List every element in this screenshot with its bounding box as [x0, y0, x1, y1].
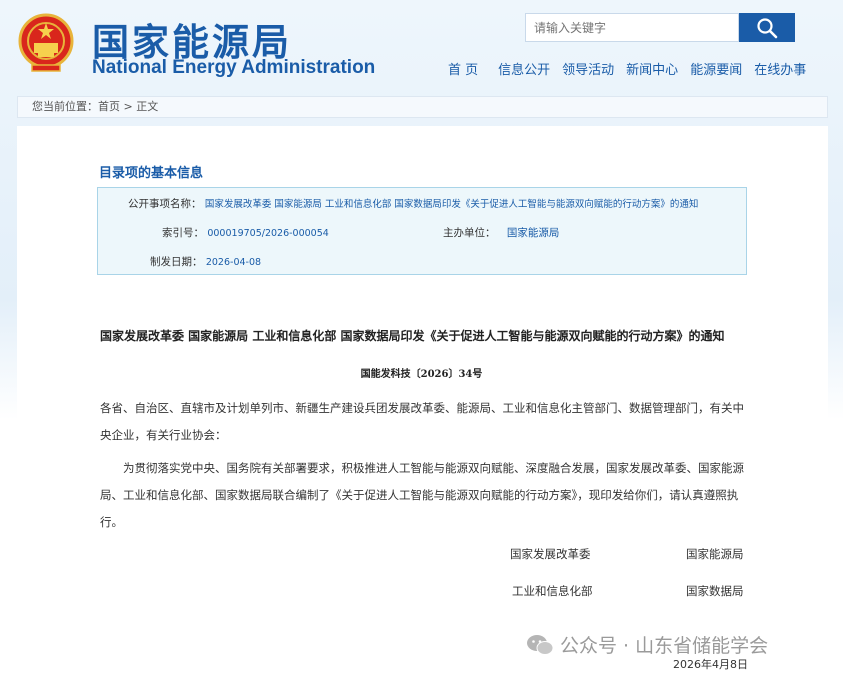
body-line: 为贯彻落实党中央、国务院有关部署要求，积极推进人工智能与能源双向赋能、深度融合发…	[123, 461, 744, 475]
search-input[interactable]	[525, 13, 739, 42]
breadcrumb-label: 您当前位置：	[32, 100, 98, 113]
meta-host-label: 主办单位：	[443, 227, 496, 239]
national-emblem-icon	[18, 13, 74, 72]
meta-subject-row: 公开事项名称： 国家发展改革委 国家能源局 工业和信息化部 国家数据局印发《关于…	[128, 196, 698, 211]
document-number: 国能发科技〔2026〕34号	[360, 369, 483, 380]
breadcrumb: 您当前位置：首页 > 正文	[17, 96, 828, 118]
meta-section-title: 目录项的基本信息	[99, 166, 204, 181]
search-button[interactable]	[739, 13, 795, 42]
wechat-watermark: 公众号 · 山东省储能学会	[526, 631, 768, 658]
site-header: 国家能源局 National Energy Administration 首 页…	[0, 0, 843, 92]
nav-online-service[interactable]: 在线办事	[754, 59, 806, 78]
body-line: 行。	[100, 515, 123, 529]
recipients-line: 央企业，有关行业协会：	[100, 428, 227, 442]
breadcrumb-separator: >	[120, 100, 137, 113]
sign-date: 2026年4月8日	[673, 658, 748, 671]
search-icon	[757, 17, 778, 38]
meta-host-row: 主办单位： 国家能源局	[443, 225, 559, 240]
meta-index-row: 索引号： 000019705/2026-000054	[162, 225, 329, 240]
breadcrumb-current: 正文	[136, 100, 159, 113]
nav-home[interactable]: 首 页	[448, 59, 478, 78]
meta-index-label: 索引号：	[162, 227, 204, 239]
meta-date-value: 2026-04-08	[205, 257, 262, 268]
recipients-line: 各省、自治区、直辖市及计划单列市、新疆生产建设兵团发展改革委、能源局、工业和信息…	[100, 401, 744, 415]
main-nav: 首 页 信息公开 领导活动 新闻中心 能源要闻 在线办事	[448, 59, 818, 78]
watermark-text: 公众号 · 山东省储能学会	[560, 635, 769, 657]
signer: 国家数据局	[686, 584, 744, 598]
body-line: 局、工业和信息化部、国家数据局联合编制了《关于促进人工智能与能源双向赋能的行动方…	[100, 488, 739, 502]
nav-info-disclosure[interactable]: 信息公开	[498, 59, 550, 78]
recipients-paragraph: 各省、自治区、直辖市及计划单列市、新疆生产建设兵团发展改革委、能源局、工业和信息…	[100, 395, 744, 449]
wechat-icon	[527, 634, 554, 655]
nav-news-center[interactable]: 新闻中心	[626, 59, 678, 78]
meta-date-row: 制发日期： 2026-04-08	[150, 254, 261, 269]
nav-energy-news[interactable]: 能源要闻	[690, 59, 742, 78]
nav-leader-activity[interactable]: 领导活动	[562, 59, 614, 78]
breadcrumb-home[interactable]: 首页	[98, 100, 120, 113]
signer: 国家能源局	[686, 547, 744, 561]
meta-subject-value: 国家发展改革委 国家能源局 工业和信息化部 国家数据局印发《关于促进人工智能与能…	[204, 199, 699, 210]
meta-date-label: 制发日期：	[150, 256, 203, 268]
site-title-en: National Energy Administration	[92, 57, 376, 78]
document-title: 国家发展改革委 国家能源局 工业和信息化部 国家数据局印发《关于促进人工智能与能…	[100, 329, 725, 343]
meta-index-value: 000019705/2026-000054	[207, 228, 329, 239]
body-paragraph: 为贯彻落实党中央、国务院有关部署要求，积极推进人工智能与能源双向赋能、深度融合发…	[100, 455, 744, 536]
signer: 国家发展改革委	[510, 547, 591, 561]
signer: 工业和信息化部	[512, 584, 593, 598]
meta-subject-label: 公开事项名称：	[128, 198, 202, 210]
meta-host-value: 国家能源局	[506, 227, 560, 239]
